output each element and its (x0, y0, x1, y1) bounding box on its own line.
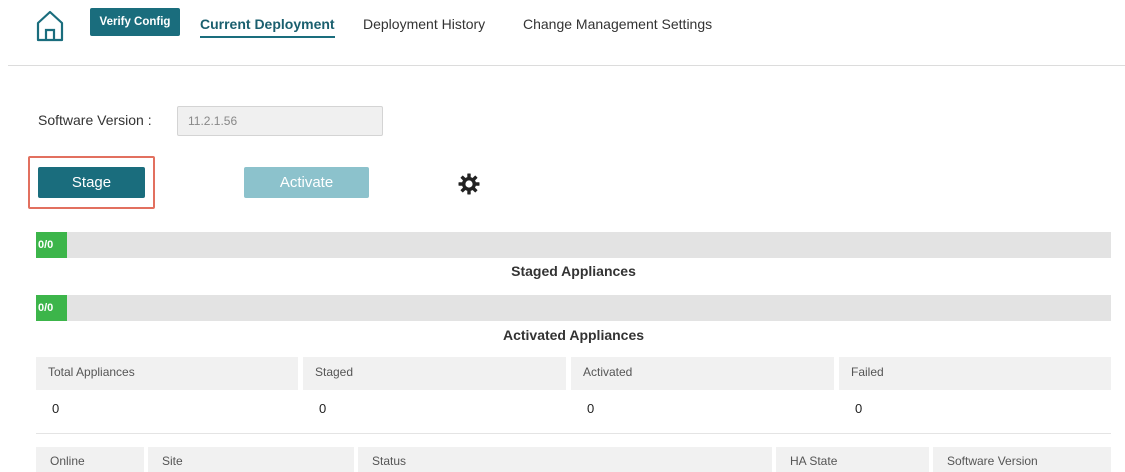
tab-deployment-history[interactable]: Deployment History (363, 16, 485, 32)
summary-divider (36, 433, 1111, 434)
activated-appliances-title: Activated Appliances (502, 327, 645, 343)
summary-header-row: Total Appliances Staged Activated Failed (36, 357, 1111, 390)
summary-value-staged: 0 (319, 401, 327, 416)
staged-progress-fill: 0/0 (36, 232, 67, 258)
activated-progress-fill: 0/0 (36, 295, 67, 321)
software-version-field[interactable] (177, 106, 383, 136)
summary-header-total: Total Appliances (36, 357, 298, 390)
verify-config-button[interactable]: Verify Config (90, 8, 180, 36)
summary-values-row: 0 0 0 0 (36, 392, 1111, 424)
summary-header-activated: Activated (571, 357, 834, 390)
top-navigation: Verify Config Current Deployment Deploym… (0, 0, 1125, 66)
summary-value-total: 0 (52, 401, 60, 416)
tab-current-deployment[interactable]: Current Deployment (200, 16, 335, 38)
column-ha-state[interactable]: HA State (776, 447, 929, 472)
tab-change-management-settings[interactable]: Change Management Settings (523, 16, 712, 32)
column-site[interactable]: Site (148, 447, 354, 472)
staged-appliances-title: Staged Appliances (511, 263, 636, 279)
summary-header-failed: Failed (839, 357, 1111, 390)
summary-value-failed: 0 (855, 401, 863, 416)
appliance-table-header: Online Site Status HA State Software Ver… (36, 447, 1111, 472)
summary-value-activated: 0 (587, 401, 595, 416)
nav-divider (8, 65, 1125, 66)
summary-header-staged: Staged (303, 357, 566, 390)
home-icon[interactable] (35, 9, 65, 42)
stage-button[interactable]: Stage (38, 167, 145, 198)
software-version-label: Software Version : (38, 112, 152, 128)
gear-icon[interactable] (457, 172, 481, 196)
staged-progress-bar: 0/0 (36, 232, 1111, 258)
column-software-version[interactable]: Software Version (933, 447, 1111, 472)
column-online[interactable]: Online (36, 447, 144, 472)
activated-progress-bar: 0/0 (36, 295, 1111, 321)
column-status[interactable]: Status (358, 447, 772, 472)
activate-button[interactable]: Activate (244, 167, 369, 198)
